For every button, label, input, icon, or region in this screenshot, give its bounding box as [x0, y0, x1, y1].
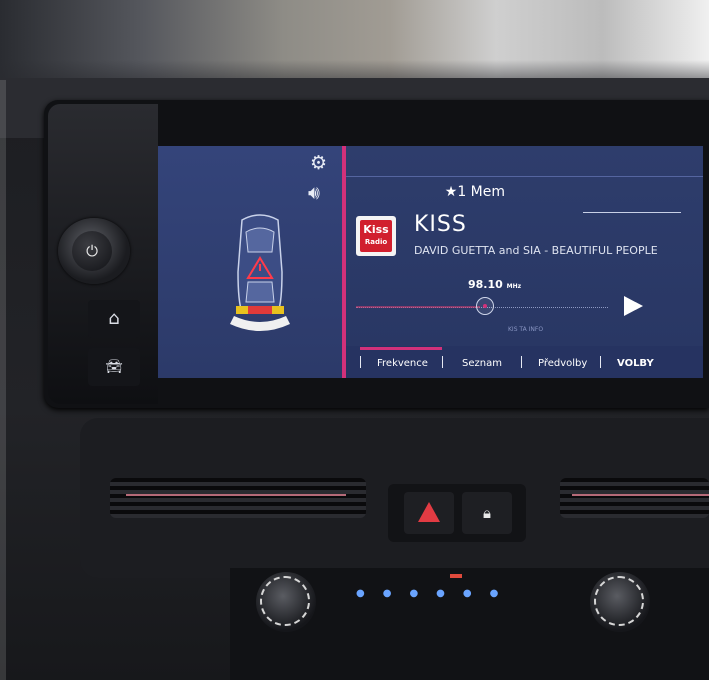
- knob-dot: [483, 304, 487, 308]
- tab-separator: [360, 356, 361, 368]
- frequency-value: 98.10: [468, 278, 503, 291]
- sensor-right: [272, 306, 284, 314]
- tab-predvolby[interactable]: Předvolby: [538, 358, 587, 369]
- parking-car-graphic: [230, 214, 290, 331]
- station-logo-bottom: Radio: [364, 238, 388, 246]
- tab-separator: [442, 356, 443, 368]
- vent-left-accent: [126, 494, 346, 496]
- car-rear-window: [245, 281, 275, 303]
- sensor-center-left: [248, 306, 260, 314]
- memory-underline: [583, 212, 681, 213]
- dial-ring-left: [260, 576, 310, 626]
- vent-right-accent: [572, 494, 709, 496]
- station-name: KISS: [414, 212, 467, 237]
- sensor-left: [236, 306, 248, 314]
- dial-ring-right: [594, 576, 644, 626]
- hazard-icon: [418, 502, 440, 522]
- car-button[interactable]: 🚘︎: [88, 348, 140, 386]
- speaker-icon[interactable]: 🔊︎: [308, 182, 320, 204]
- rear-sensor-outer: [230, 316, 290, 331]
- lock-button[interactable]: 🔒︎: [462, 492, 512, 534]
- frequency-unit: MHz: [506, 283, 522, 290]
- car-icon: 🚘︎: [105, 359, 123, 375]
- fan-dial-right[interactable]: [590, 572, 650, 632]
- car-windshield: [245, 227, 275, 253]
- hazard-button[interactable]: [404, 492, 454, 534]
- air-vent-right[interactable]: [560, 478, 709, 518]
- active-tab-indicator: [360, 347, 442, 350]
- radio-text: DAVID GUETTA and SIA - BEAUTIFUL PEOPLE: [414, 244, 658, 257]
- frequency-display: 98.10 MHz: [468, 278, 521, 291]
- edge-highlight: [0, 80, 6, 680]
- home-icon: ⌂: [108, 308, 120, 329]
- rds-flags: KIS TA INFO: [508, 326, 544, 333]
- memory-label: 1 Mem: [457, 184, 505, 200]
- memory-preset[interactable]: ★1 Mem: [430, 184, 505, 200]
- tab-separator: [600, 356, 601, 368]
- star-icon: ★: [444, 184, 458, 200]
- sensor-center-right: [260, 306, 272, 314]
- temperature-dial-left[interactable]: [256, 572, 316, 632]
- tab-frekvence[interactable]: Frekvence: [377, 358, 428, 369]
- gear-icon[interactable]: ⚙: [310, 152, 327, 174]
- header-line: [346, 176, 703, 177]
- frequency-slider-fill: [356, 306, 480, 308]
- frequency-slider-knob[interactable]: [476, 297, 494, 315]
- tab-separator: [521, 356, 522, 368]
- power-volume-knob[interactable]: ⏻: [58, 218, 130, 284]
- power-icon: ⏻: [72, 231, 112, 271]
- lock-icon: 🔒︎: [483, 504, 491, 522]
- touchscreen: ⚙ 🔊︎ ★1 Mem Kiss Radio KISS DAVID GUETTA…: [158, 146, 703, 378]
- home-button[interactable]: ⌂: [88, 300, 140, 338]
- air-vent-left[interactable]: [110, 478, 366, 518]
- parking-sensor-pane: ⚙ 🔊︎: [158, 146, 342, 378]
- station-logo-top: Kiss: [363, 223, 389, 236]
- station-logo-inner: Kiss Radio: [360, 220, 392, 252]
- tab-seznam[interactable]: Seznam: [462, 358, 502, 369]
- climate-buttons[interactable]: ●●●●●●: [356, 588, 516, 599]
- tab-volby[interactable]: VOLBY: [617, 358, 654, 369]
- car-dashboard-scene: ⏻ ⌂ 🚘︎ ⚙ 🔊︎ ★1 Mem Kiss Radio KISS DAVID…: [0, 0, 709, 680]
- play-icon[interactable]: [624, 296, 643, 316]
- radio-pane: [346, 146, 703, 378]
- station-logo: Kiss Radio: [356, 216, 396, 256]
- climate-indicator-led: [450, 574, 462, 578]
